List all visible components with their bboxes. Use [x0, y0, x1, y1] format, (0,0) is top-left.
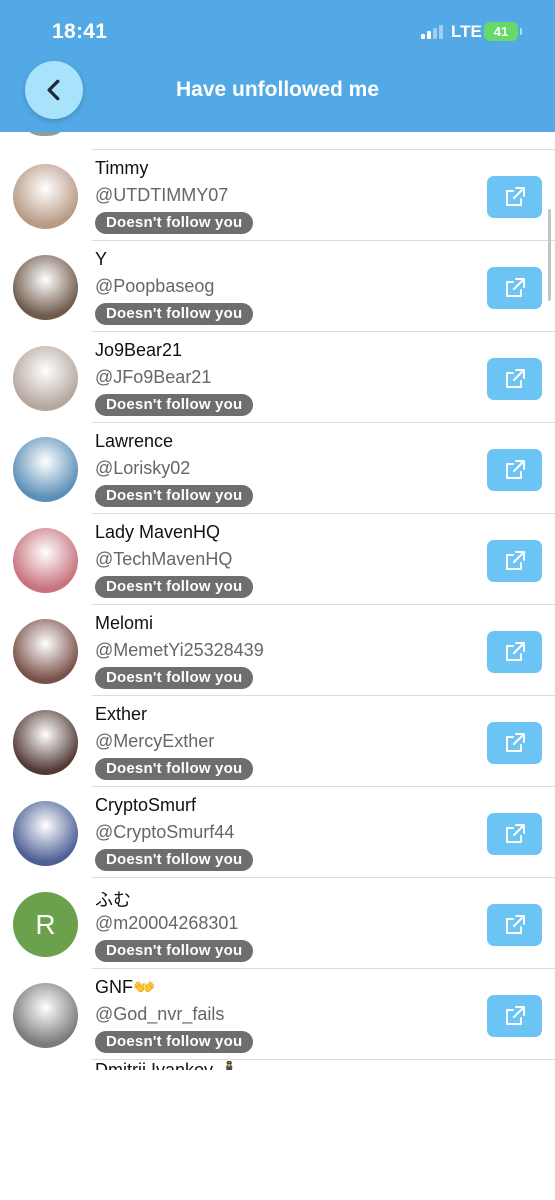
external-link-icon — [505, 460, 525, 479]
open-profile-button[interactable] — [487, 176, 542, 218]
empty-area — [0, 1070, 555, 1200]
user-handle: @MemetYi25328439 — [95, 640, 264, 660]
page-title: Have unfollowed me — [175, 78, 380, 101]
status-time: 18:41 — [52, 20, 108, 43]
user-name: ふむ — [95, 890, 131, 910]
external-link-icon — [505, 733, 525, 752]
open-profile-button[interactable] — [487, 813, 542, 855]
list-item[interactable]: Lawrence @Lorisky02 Doesn't follow you — [0, 423, 555, 514]
external-link-icon — [505, 915, 525, 934]
external-link-icon — [505, 187, 525, 206]
app-header: 18:41 LTE 41 Have unfollowed me — [0, 0, 555, 132]
status-badge: Doesn't follow you — [95, 576, 254, 598]
open-profile-button[interactable] — [487, 540, 542, 582]
external-link-icon — [505, 551, 525, 570]
status-badge: Doesn't follow you — [95, 303, 254, 325]
open-profile-button[interactable] — [487, 904, 542, 946]
list-item[interactable]: Timmy @UTDTIMMY07 Doesn't follow you — [0, 150, 555, 241]
avatar — [13, 528, 78, 593]
divider — [92, 1059, 555, 1060]
avatar — [13, 255, 78, 320]
external-link-icon — [505, 278, 525, 297]
user-handle: @TechMavenHQ — [95, 549, 233, 569]
battery-level: 41 — [493, 24, 509, 39]
avatar — [13, 619, 78, 684]
list-item[interactable]: Exther @MercyExther Doesn't follow you — [0, 696, 555, 787]
status-bar: 18:41 LTE 41 — [0, 0, 555, 62]
user-handle: @CryptoSmurf44 — [95, 822, 235, 842]
scrollbar[interactable] — [548, 209, 551, 301]
status-badge: Doesn't follow you — [95, 485, 254, 507]
avatar: R — [13, 892, 78, 957]
status-badge: Doesn't follow you — [95, 394, 254, 416]
list-item[interactable]: Lady MavenHQ @TechMavenHQ Doesn't follow… — [0, 514, 555, 605]
user-name: Y — [95, 249, 108, 269]
user-name: Jo9Bear21 — [95, 340, 183, 360]
avatar-initial: R — [35, 908, 56, 940]
open-profile-button[interactable] — [487, 631, 542, 673]
avatar — [13, 983, 78, 1048]
open-profile-button[interactable] — [487, 995, 542, 1037]
avatar — [20, 132, 70, 136]
external-link-icon — [505, 1006, 525, 1025]
user-handle: @Lorisky02 — [95, 458, 191, 478]
user-handle: @JFo9Bear21 — [95, 367, 212, 387]
status-badge: Doesn't follow you — [95, 758, 254, 780]
open-profile-button[interactable] — [487, 449, 542, 491]
user-name: CryptoSmurf — [95, 795, 197, 815]
user-name: Timmy — [95, 158, 149, 178]
status-badge: Doesn't follow you — [95, 940, 254, 962]
user-handle: @Poopbaseog — [95, 276, 215, 296]
user-handle: @MercyExther — [95, 731, 215, 751]
list-item[interactable]: Melomi @MemetYi25328439 Doesn't follow y… — [0, 605, 555, 696]
list-item[interactable]: Jo9Bear21 @JFo9Bear21 Doesn't follow you — [0, 332, 555, 423]
signal-strength-icon — [421, 25, 443, 39]
avatar — [13, 801, 78, 866]
external-link-icon — [505, 824, 525, 843]
list-item[interactable]: GNF👐 @God_nvr_fails Doesn't follow you — [0, 969, 555, 1060]
list-item[interactable]: Y @Poopbaseog Doesn't follow you — [0, 241, 555, 332]
partial-user-name: Dmitrii Ivankov 🕴 — [95, 1061, 295, 1070]
list-item[interactable]: R ふむ @m20004268301 Doesn't follow you — [0, 878, 555, 969]
external-link-icon — [505, 369, 525, 388]
status-badge: Doesn't follow you — [95, 1031, 254, 1053]
user-name: Lady MavenHQ — [95, 522, 221, 542]
open-profile-button[interactable] — [487, 722, 542, 764]
avatar — [13, 710, 78, 775]
status-badge: Doesn't follow you — [95, 212, 254, 234]
list-item[interactable]: CryptoSmurf @CryptoSmurf44 Doesn't follo… — [0, 787, 555, 878]
avatar — [13, 437, 78, 502]
network-type: LTE — [451, 22, 482, 41]
user-list[interactable]: Timmy @UTDTIMMY07 Doesn't follow you Y @… — [0, 132, 555, 1070]
open-profile-button[interactable] — [487, 358, 542, 400]
user-name: Exther — [95, 704, 148, 724]
external-link-icon — [505, 642, 525, 661]
status-badge: Doesn't follow you — [95, 667, 254, 689]
open-profile-button[interactable] — [487, 267, 542, 309]
user-handle: @m20004268301 — [95, 913, 239, 933]
battery-icon: 41 — [484, 22, 522, 41]
user-name: GNF👐 — [95, 977, 156, 997]
user-handle: @God_nvr_fails — [95, 1004, 225, 1024]
user-name: Melomi — [95, 613, 154, 633]
avatar — [13, 346, 78, 411]
avatar — [13, 164, 78, 229]
status-badge: Doesn't follow you — [95, 849, 254, 871]
user-handle: @UTDTIMMY07 — [95, 185, 229, 205]
user-name: Lawrence — [95, 431, 174, 451]
